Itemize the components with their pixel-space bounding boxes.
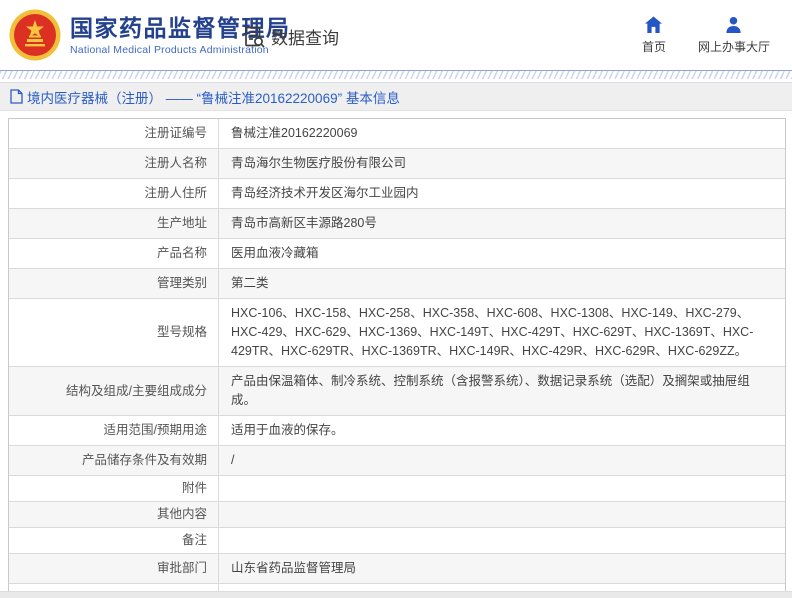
row-value: 青岛经济技术开发区海尔工业园内 [218, 179, 785, 208]
row-value [218, 476, 785, 501]
nav-service-hall-label: 网上办事大厅 [697, 40, 770, 54]
nav-home-label: 首页 [641, 40, 666, 54]
home-icon [645, 16, 663, 34]
row-label: 管理类别 [156, 276, 207, 290]
breadcrumb-text: 境内医疗器械（注册） —— “鲁械注准20162220069” 基本信息 [27, 90, 400, 106]
breadcrumb: 境内医疗器械（注册） —— “鲁械注准20162220069” 基本信息 [0, 82, 792, 111]
hatched-strip [0, 71, 792, 79]
row-value [218, 528, 785, 553]
info-table: 注册证编号 鲁械注准20162220069 注册人名称 青岛海尔生物医疗股份有限公司注… [8, 118, 786, 598]
row-label: 型号规格 [156, 325, 207, 339]
person-icon [726, 16, 742, 34]
row-value: 山东省药品监督管理局 [218, 554, 785, 583]
table-row: 附件 [9, 475, 785, 501]
footer-strip [0, 591, 792, 598]
row-label: 注册人住所 [144, 186, 207, 200]
table-row: 产品名称 医用血液冷藏箱 [9, 238, 785, 268]
document-search-icon [245, 26, 265, 48]
row-label: 备注 [181, 533, 207, 547]
table-row: 适用范围/预期用途 适用于血液的保存。 [9, 415, 785, 445]
row-value [218, 502, 785, 527]
national-emblem-icon [9, 9, 61, 61]
row-label: 产品储存条件及有效期 [81, 453, 207, 467]
row-label: 结构及组成/主要组成成分 [66, 383, 207, 398]
row-value: 适用于血液的保存。 [218, 416, 785, 445]
table-row: 生产地址 青岛市高新区丰源路280号 [9, 208, 785, 238]
table-row: 产品储存条件及有效期 / [9, 445, 785, 475]
row-label: 注册人名称 [144, 156, 207, 170]
page-header: 国家药品监督管理局 National Medical Products Admi… [0, 0, 792, 70]
table-row: 其他内容 [9, 501, 785, 527]
row-value: 第二类 [218, 269, 785, 298]
row-value: HXC-106、HXC-158、HXC-258、HXC-358、HXC-608、… [218, 299, 785, 366]
nav-item-service-hall[interactable]: 网上办事大厅 [698, 16, 770, 55]
table-row: 型号规格 HXC-106、HXC-158、HXC-258、HXC-358、HXC-… [9, 298, 785, 366]
row-label: 生产地址 [156, 216, 207, 230]
row-label: 适用范围/预期用途 [103, 423, 207, 437]
row-value: 青岛市高新区丰源路280号 [218, 209, 785, 238]
table-row: 注册证编号 鲁械注准20162220069 [9, 119, 785, 148]
document-icon [10, 89, 23, 104]
nav-item-home[interactable]: 首页 [642, 16, 666, 55]
row-label: 附件 [181, 481, 207, 495]
table-row: 注册人名称 青岛海尔生物医疗股份有限公司 [9, 148, 785, 178]
row-label: 审批部门 [156, 561, 207, 575]
row-value: 鲁械注准20162220069 [218, 119, 785, 148]
table-row: 结构及组成/主要组成成分 产品由保温箱体、制冷系统、控制系统（含报警系统）、数据记… [9, 366, 785, 415]
data-query-label: 数据查询 [271, 29, 339, 48]
table-row: 备注 [9, 527, 785, 553]
row-value: 青岛海尔生物医疗股份有限公司 [218, 149, 785, 178]
row-value: 医用血液冷藏箱 [218, 239, 785, 268]
row-label: 注册证编号 [144, 126, 207, 140]
row-label: 产品名称 [156, 246, 207, 260]
table-row: 管理类别 第二类 [9, 268, 785, 298]
top-nav: 首页 网上办事大厅 [642, 16, 770, 55]
table-row: 注册人住所 青岛经济技术开发区海尔工业园内 [9, 178, 785, 208]
row-label: 其他内容 [156, 507, 207, 521]
table-row: 审批部门 山东省药品监督管理局 [9, 553, 785, 583]
row-value: / [218, 446, 785, 475]
data-query-button[interactable]: 数据查询 [243, 24, 339, 49]
row-value: 产品由保温箱体、制冷系统、控制系统（含报警系统）、数据记录系统（选配）及搁架或抽… [218, 367, 785, 415]
